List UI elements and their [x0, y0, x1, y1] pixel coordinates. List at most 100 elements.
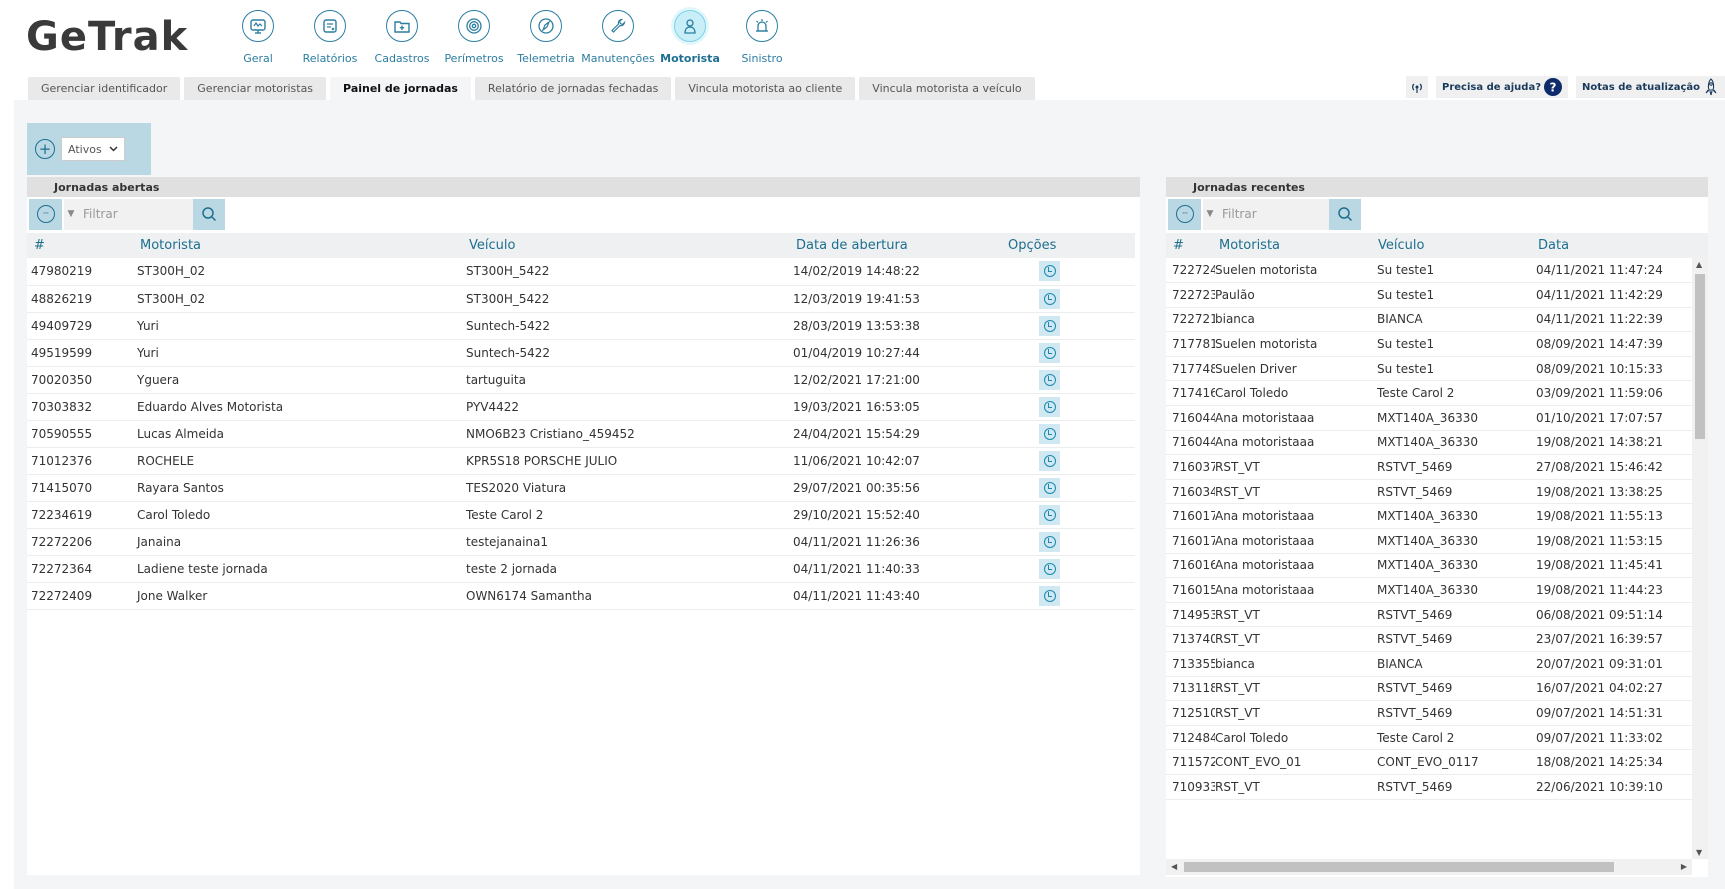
scroll-left-arrow[interactable]: ◀ — [1171, 862, 1177, 871]
update-notes-button[interactable]: Notas de atualização — [1576, 76, 1725, 98]
table-row[interactable]: 7115728CONT_EVO_01CONT_EVO_011718/08/202… — [1166, 749, 1692, 775]
table-row[interactable]: 7160158Ana motoristaaaMXT140A_3633019/08… — [1166, 577, 1692, 603]
open-search-button[interactable] — [193, 198, 225, 230]
table-row[interactable]: 72272409 Jone Walker OWN6174 Samantha 04/11… — [27, 582, 1135, 610]
help-button[interactable]: Precisa de ajuda? ? — [1435, 76, 1568, 98]
close-journey-button[interactable] — [1039, 423, 1060, 444]
nav-item-sinistro[interactable]: Sinistro — [726, 10, 798, 65]
journey-toolbar: + Ativos — [27, 123, 151, 175]
table-row[interactable]: 7227238PaulãoSu teste104/11/2021 11:42:2… — [1166, 282, 1692, 308]
close-journey-button[interactable] — [1039, 369, 1060, 390]
table-row[interactable]: 49519599 Yuri Suntech-5422 01/04/2019 10:27… — [27, 339, 1135, 367]
col-vehicle[interactable]: Veículo — [463, 233, 790, 258]
scroll-right-arrow[interactable]: ▶ — [1681, 862, 1687, 871]
table-row[interactable]: 7177816Suelen motoristaSu teste108/09/20… — [1166, 331, 1692, 357]
table-row[interactable]: 48826219 ST300H_02 ST300H_5422 12/03/2019 1… — [27, 285, 1135, 313]
table-row[interactable]: 7109337RST_VTRSTVT_546922/06/2021 10:39:… — [1166, 774, 1692, 800]
getrak-logo[interactable]: GeTrak — [26, 14, 188, 60]
close-journey-button[interactable] — [1039, 261, 1060, 282]
table-row[interactable]: 7124841Carol ToledoTeste Carol 209/07/20… — [1166, 725, 1692, 751]
table-row[interactable]: 72272364 Ladiene teste jornada teste 2 jor… — [27, 555, 1135, 583]
signal-button[interactable] — [1405, 76, 1428, 98]
open-options-menu-button[interactable]: ··· — [29, 198, 62, 230]
table-row[interactable]: 7227243Suelen motoristaSu teste104/11/20… — [1166, 258, 1692, 284]
close-journey-button[interactable] — [1039, 315, 1060, 336]
recent-horizontal-scrollbar[interactable]: ◀ ▶ — [1166, 859, 1692, 875]
tab-vincula-motorista-a-veiculo[interactable]: Vincula motorista a veículo — [859, 77, 1035, 100]
row-id: 71415070 — [27, 474, 134, 502]
table-row[interactable]: 72272206 Janaina testejanaina1 04/11/2021 1… — [27, 528, 1135, 556]
col-vehicle[interactable]: Veículo — [1372, 233, 1532, 258]
recent-filter-input[interactable] — [1217, 198, 1329, 230]
table-row[interactable]: 7160375RST_VTRSTVT_546927/08/2021 15:46:… — [1166, 454, 1692, 480]
table-row[interactable]: 70020350 Yguera tartuguita 12/02/2021 17:21… — [27, 366, 1135, 394]
close-journey-button[interactable] — [1039, 477, 1060, 498]
clock-check-icon — [1043, 508, 1056, 521]
close-journey-button[interactable] — [1039, 504, 1060, 525]
col-date[interactable]: Data — [1532, 233, 1708, 258]
nav-item-motorista[interactable]: Motorista — [654, 10, 726, 65]
col-id[interactable]: # — [1166, 233, 1215, 258]
nav-item-relatorios[interactable]: Relatórios — [294, 10, 366, 65]
table-row[interactable]: 7133558biancaBIANCA20/07/2021 09:31:01 — [1166, 651, 1692, 677]
close-journey-button[interactable] — [1039, 531, 1060, 552]
table-row[interactable]: 7149530RST_VTRSTVT_546906/08/2021 09:51:… — [1166, 602, 1692, 628]
table-row[interactable]: 49409729 Yuri Suntech-5422 28/03/2019 13:53… — [27, 312, 1135, 340]
row-opening-date: 11/06/2021 10:42:07 — [790, 447, 1008, 475]
add-journey-button[interactable]: + — [35, 139, 55, 159]
table-row[interactable]: 7131184RST_VTRSTVT_546916/07/2021 04:02:… — [1166, 676, 1692, 702]
nav-item-perimetros[interactable]: Perímetros — [438, 10, 510, 65]
col-driver[interactable]: Motorista — [1215, 233, 1372, 258]
table-row[interactable]: 7160162Ana motoristaaaMXT140A_3633019/08… — [1166, 553, 1692, 579]
table-row[interactable]: 7160341RST_VTRSTVT_546919/08/2021 13:38:… — [1166, 479, 1692, 505]
table-row[interactable]: 71012376 ROCHELE KPR5S18 PORSCHE JULIO 11/0… — [27, 447, 1135, 475]
table-row[interactable]: 72234619 Carol Toledo Teste Carol 2 29/10/2… — [27, 501, 1135, 529]
table-row[interactable]: 7174166Carol ToledoTeste Carol 203/09/20… — [1166, 380, 1692, 407]
close-journey-button[interactable] — [1039, 585, 1060, 606]
table-row[interactable]: 7227214biancaBIANCA04/11/2021 11:22:39 — [1166, 307, 1692, 333]
recent-vertical-scrollbar[interactable]: ▲ ▼ — [1692, 258, 1708, 859]
scroll-up-arrow[interactable]: ▲ — [1696, 260, 1702, 269]
table-row[interactable]: 7137407RST_VTRSTVT_546923/07/2021 16:39:… — [1166, 626, 1692, 652]
nav-item-telemetria[interactable]: Telemetria — [510, 10, 582, 65]
row-vehicle: testejanaina1 — [463, 528, 790, 556]
tab-painel-de-jornadas[interactable]: Painel de jornadas — [330, 77, 471, 100]
nav-item-geral[interactable]: Geral — [222, 10, 294, 65]
row-options — [1008, 312, 1135, 340]
close-journey-button[interactable] — [1039, 450, 1060, 471]
col-driver[interactable]: Motorista — [134, 233, 463, 258]
close-journey-button[interactable] — [1039, 288, 1060, 309]
table-row[interactable]: 70303832 Eduardo Alves Motorista PYV4422 19… — [27, 393, 1135, 421]
close-journey-button[interactable] — [1039, 558, 1060, 579]
row-vehicle: ST300H_5422 — [463, 258, 790, 286]
col-opening-date[interactable]: Data de abertura — [790, 233, 1008, 258]
table-row[interactable]: 7160445Ana motoristaaaMXT140A_3633019/08… — [1166, 430, 1692, 456]
recent-filter-dropdown[interactable]: ▼ — [1203, 198, 1217, 230]
tab-gerenciar-identificador[interactable]: Gerenciar identificador — [28, 77, 181, 100]
col-id[interactable]: # — [27, 233, 134, 258]
scrollbar-thumb[interactable] — [1184, 862, 1614, 872]
status-select[interactable]: Ativos — [61, 137, 125, 161]
recent-table-viewport[interactable]: 7227243Suelen motoristaSu teste104/11/20… — [1166, 258, 1708, 859]
recent-search-button[interactable] — [1329, 198, 1361, 230]
close-journey-button[interactable] — [1039, 342, 1060, 363]
open-filter-input[interactable] — [78, 198, 193, 230]
tab-vincula-motorista-ao-cliente[interactable]: Vincula motorista ao cliente — [675, 77, 856, 100]
nav-item-manutencoes[interactable]: Manutenções — [581, 10, 655, 65]
tab-relatorio-de-jornadas-fechadas[interactable]: Relatório de jornadas fechadas — [474, 77, 672, 100]
table-row[interactable]: 47980219 ST300H_02 ST300H_5422 14/02/2019 1… — [27, 258, 1135, 286]
table-row[interactable]: 70590555 Lucas Almeida NMO6B23 Cristiano_4… — [27, 420, 1135, 448]
open-filter-dropdown[interactable]: ▼ — [64, 198, 78, 230]
table-row[interactable]: 7177483Suelen DriverSu teste108/09/2021 … — [1166, 356, 1692, 382]
nav-item-cadastros[interactable]: Cadastros — [366, 10, 438, 65]
close-journey-button[interactable] — [1039, 396, 1060, 417]
table-row[interactable]: 7160170Ana motoristaaaMXT140A_3633019/08… — [1166, 528, 1692, 554]
table-row[interactable]: 7160176Ana motoristaaaMXT140A_3633019/08… — [1166, 503, 1692, 530]
scrollbar-thumb[interactable] — [1695, 274, 1705, 439]
scroll-down-arrow[interactable]: ▼ — [1696, 848, 1702, 857]
table-row[interactable]: 71415070 Rayara Santos TES2020 Viatura 29/0… — [27, 474, 1135, 502]
table-row[interactable]: 7160445Ana motoristaaaMXT140A_3633001/10… — [1166, 405, 1692, 431]
recent-options-menu-button[interactable]: ··· — [1168, 198, 1201, 230]
tab-gerenciar-motoristas[interactable]: Gerenciar motoristas — [184, 77, 327, 100]
table-row[interactable]: 7125101RST_VTRSTVT_546909/07/2021 14:51:… — [1166, 700, 1692, 726]
